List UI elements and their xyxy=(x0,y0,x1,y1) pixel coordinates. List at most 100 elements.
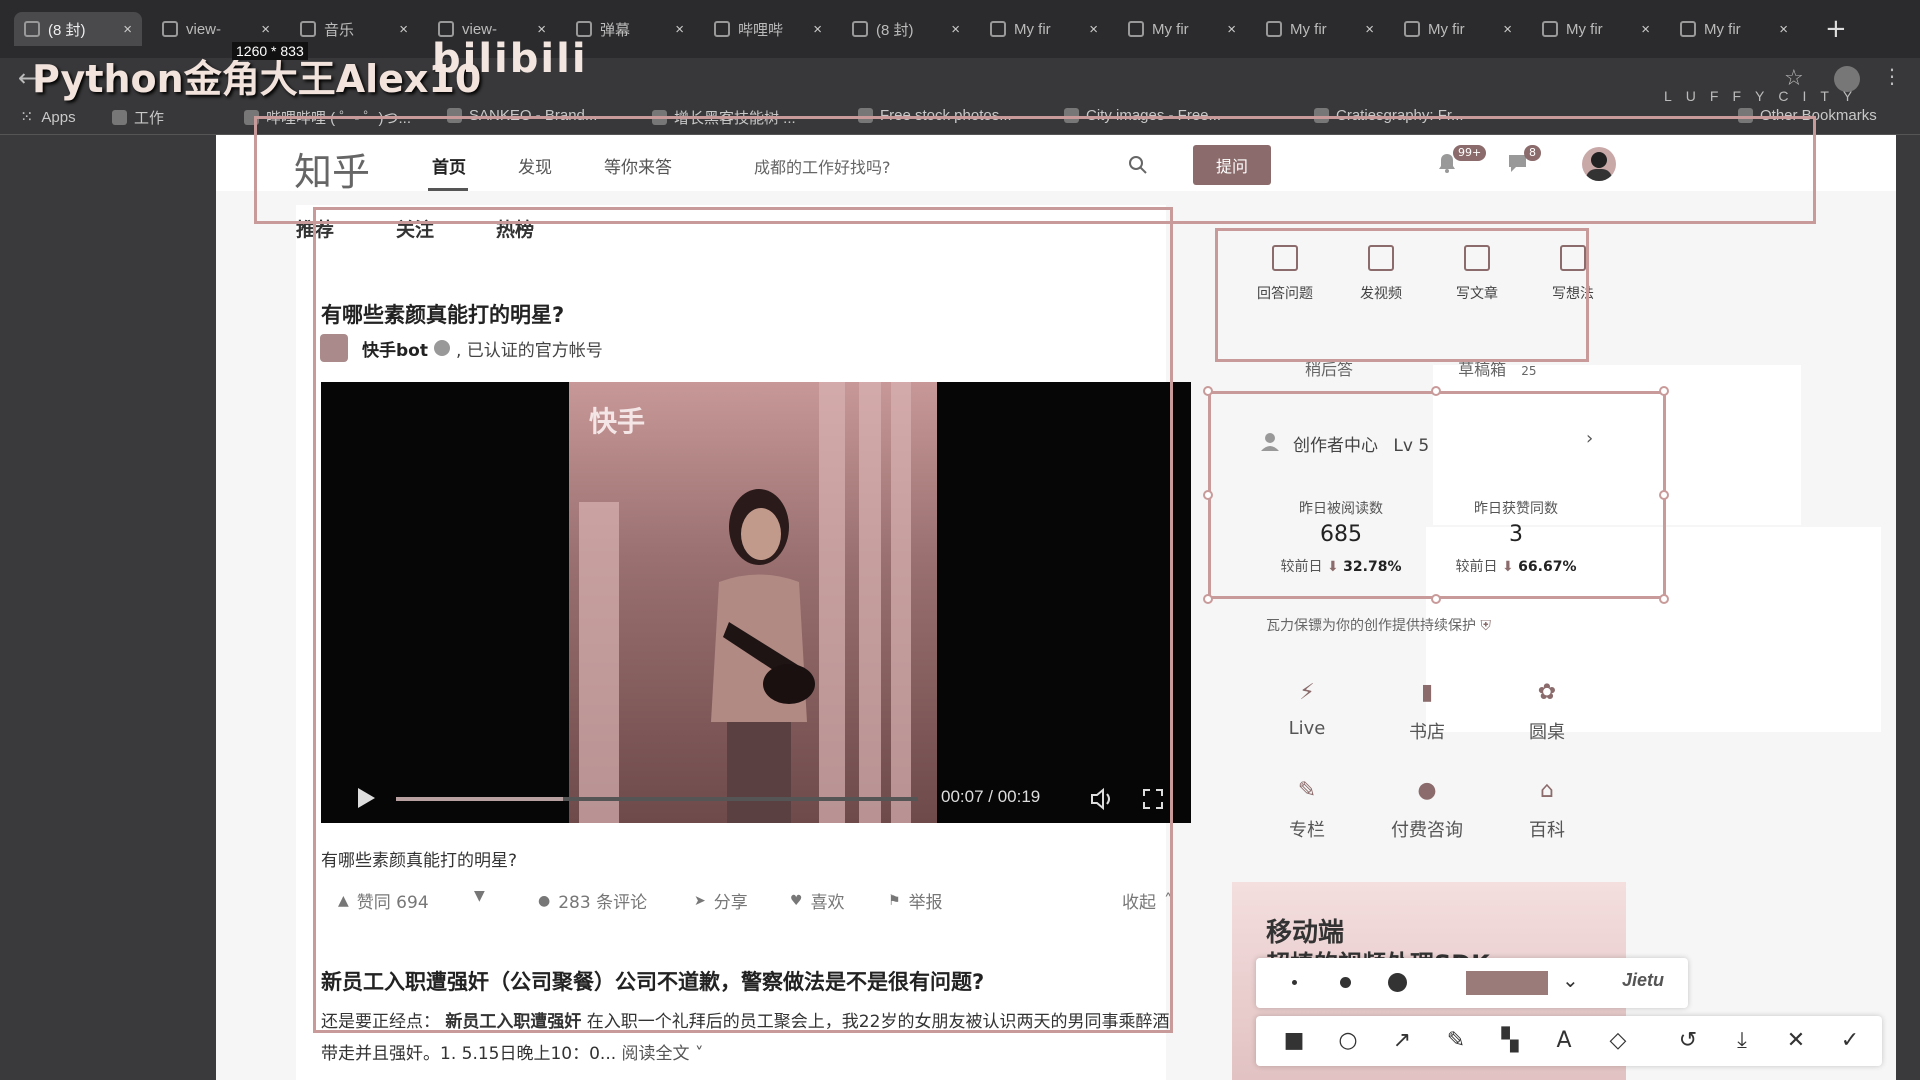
close-icon[interactable]: × xyxy=(399,21,408,38)
browser-tab[interactable]: (8 封) × xyxy=(842,12,970,46)
ellipse-tool-icon[interactable]: ○ xyxy=(1336,1029,1360,1053)
browser-tab[interactable]: view- × xyxy=(152,12,280,46)
consult-icon: ● xyxy=(1417,778,1437,803)
menu-icon[interactable]: ⋮ xyxy=(1882,64,1902,88)
selection-size-badge: 1260 * 833 xyxy=(232,42,308,60)
close-icon[interactable]: × xyxy=(1365,21,1374,38)
jietu-label: Jietu xyxy=(1622,970,1665,990)
lightning-icon: ⚡ xyxy=(1299,680,1315,705)
annotation-rectangle xyxy=(313,207,1173,1033)
browser-tab[interactable]: My fir × xyxy=(1118,12,1246,46)
resize-handle[interactable] xyxy=(1203,594,1213,604)
resize-handle[interactable] xyxy=(1659,490,1669,500)
luffycity-watermark: LUFFYCITY xyxy=(1664,88,1867,104)
tab-favicon-icon xyxy=(1680,21,1696,37)
browser-tab[interactable]: My fir × xyxy=(1670,12,1798,46)
eraser-tool-icon[interactable]: ◇ xyxy=(1606,1029,1630,1053)
pen-icon: ✎ xyxy=(1297,778,1317,803)
browser-tab[interactable]: My fir × xyxy=(1256,12,1384,46)
tab-title: view- xyxy=(186,20,222,38)
rectangle-tool-icon[interactable]: ■ xyxy=(1282,1029,1306,1053)
close-icon[interactable]: × xyxy=(1641,21,1650,38)
close-icon[interactable]: × xyxy=(537,21,546,38)
annotation-rectangle xyxy=(1215,228,1589,362)
service-live[interactable]: ⚡ Live xyxy=(1262,680,1352,739)
close-icon[interactable]: × xyxy=(813,21,822,38)
bookmark-apps[interactable]: ⁙ Apps xyxy=(20,107,76,127)
browser-tab[interactable]: My fir × xyxy=(1532,12,1660,46)
close-icon[interactable]: × xyxy=(675,21,684,38)
tab-title: My fir xyxy=(1704,20,1741,38)
download-icon[interactable]: ⤓ xyxy=(1730,1029,1754,1053)
close-icon[interactable]: × xyxy=(1089,21,1098,38)
text-tool-icon[interactable]: A xyxy=(1552,1029,1576,1053)
tab-favicon-icon xyxy=(714,21,730,37)
book-icon: ▮ xyxy=(1420,680,1434,705)
new-tab-button[interactable]: + xyxy=(1825,14,1847,44)
bookmark-item[interactable]: 工作 xyxy=(112,107,164,128)
tab-title: My fir xyxy=(1014,20,1051,38)
tab-title: My fir xyxy=(1152,20,1189,38)
tab-favicon-icon xyxy=(438,21,454,37)
close-icon[interactable]: ✕ xyxy=(1784,1029,1808,1053)
large-dot-icon[interactable] xyxy=(1388,973,1407,992)
annotation-selection-rectangle[interactable] xyxy=(1208,391,1666,599)
close-icon[interactable]: × xyxy=(261,21,270,38)
tab-favicon-icon xyxy=(1542,21,1558,37)
tab-favicon-icon xyxy=(1404,21,1420,37)
resize-handle[interactable] xyxy=(1203,386,1213,396)
browser-tab[interactable]: My fir × xyxy=(980,12,1108,46)
tab-favicon-icon xyxy=(1266,21,1282,37)
apps-grid-icon: ⁙ xyxy=(20,109,34,126)
chevron-down-icon[interactable]: ⌄ xyxy=(1562,968,1579,992)
color-swatch[interactable] xyxy=(1466,971,1548,995)
drafts-link[interactable]: 草稿箱 xyxy=(1458,360,1506,379)
bookmark-label: 工作 xyxy=(134,110,165,127)
browser-tab[interactable]: My fir × xyxy=(1394,12,1522,46)
resize-handle[interactable] xyxy=(1659,386,1669,396)
close-icon[interactable]: × xyxy=(951,21,960,38)
tab-favicon-icon xyxy=(300,21,316,37)
resize-handle[interactable] xyxy=(1659,594,1669,604)
service-column[interactable]: ✎ 专栏 xyxy=(1262,778,1352,842)
close-icon[interactable]: × xyxy=(1503,21,1512,38)
undo-icon[interactable]: ↺ xyxy=(1676,1029,1700,1053)
service-paid-consult[interactable]: ● 付费咨询 xyxy=(1382,778,1472,842)
later-answer-link[interactable]: 稍后答 xyxy=(1305,360,1353,379)
pencil-tool-icon[interactable]: ✎ xyxy=(1444,1029,1468,1053)
browser-tab[interactable]: (8 封) × xyxy=(14,12,142,46)
service-roundtable[interactable]: ✿ 圆桌 xyxy=(1502,680,1592,744)
encyclopedia-icon: ⌂ xyxy=(1540,778,1554,803)
chevron-down-icon: ˅ xyxy=(689,1044,704,1064)
bilibili-logo: bilibili xyxy=(432,36,588,82)
tab-favicon-icon xyxy=(24,21,40,37)
arrow-tool-icon[interactable]: ↗ xyxy=(1390,1029,1414,1053)
bookmark-label: Apps xyxy=(41,108,76,126)
service-label: 专栏 xyxy=(1289,820,1325,841)
service-encyclopedia[interactable]: ⌂ 百科 xyxy=(1502,778,1592,842)
mosaic-tool-icon[interactable]: ▚ xyxy=(1498,1029,1522,1053)
tab-title: view- xyxy=(462,20,498,38)
close-icon[interactable]: × xyxy=(1779,21,1788,38)
tab-favicon-icon xyxy=(162,21,178,37)
medium-dot-icon[interactable] xyxy=(1340,977,1351,988)
browser-tab[interactable]: 音乐 × xyxy=(290,12,418,46)
service-label: 圆桌 xyxy=(1529,722,1565,743)
tab-title: (8 封) xyxy=(876,21,914,39)
browser-tab[interactable]: 哔哩哔 × xyxy=(704,12,832,46)
service-label: Live xyxy=(1288,718,1326,739)
folder-icon xyxy=(112,110,127,125)
close-icon[interactable]: × xyxy=(123,21,132,38)
resize-handle[interactable] xyxy=(1431,594,1441,604)
drafts-count: 25 xyxy=(1521,364,1537,378)
read-more-link[interactable]: 阅读全文 xyxy=(622,1044,690,1064)
resize-handle[interactable] xyxy=(1431,386,1441,396)
tab-favicon-icon xyxy=(990,21,1006,37)
close-icon[interactable]: × xyxy=(1227,21,1236,38)
protection-note[interactable]: 瓦力保镖为你的创作提供持续保护 ⛨ xyxy=(1266,615,1491,635)
confirm-check-icon[interactable]: ✓ xyxy=(1838,1029,1862,1053)
resize-handle[interactable] xyxy=(1203,490,1213,500)
shield-icon: ⛨ xyxy=(1480,618,1491,634)
small-dot-icon[interactable] xyxy=(1292,980,1297,985)
service-bookstore[interactable]: ▮ 书店 xyxy=(1382,680,1472,744)
